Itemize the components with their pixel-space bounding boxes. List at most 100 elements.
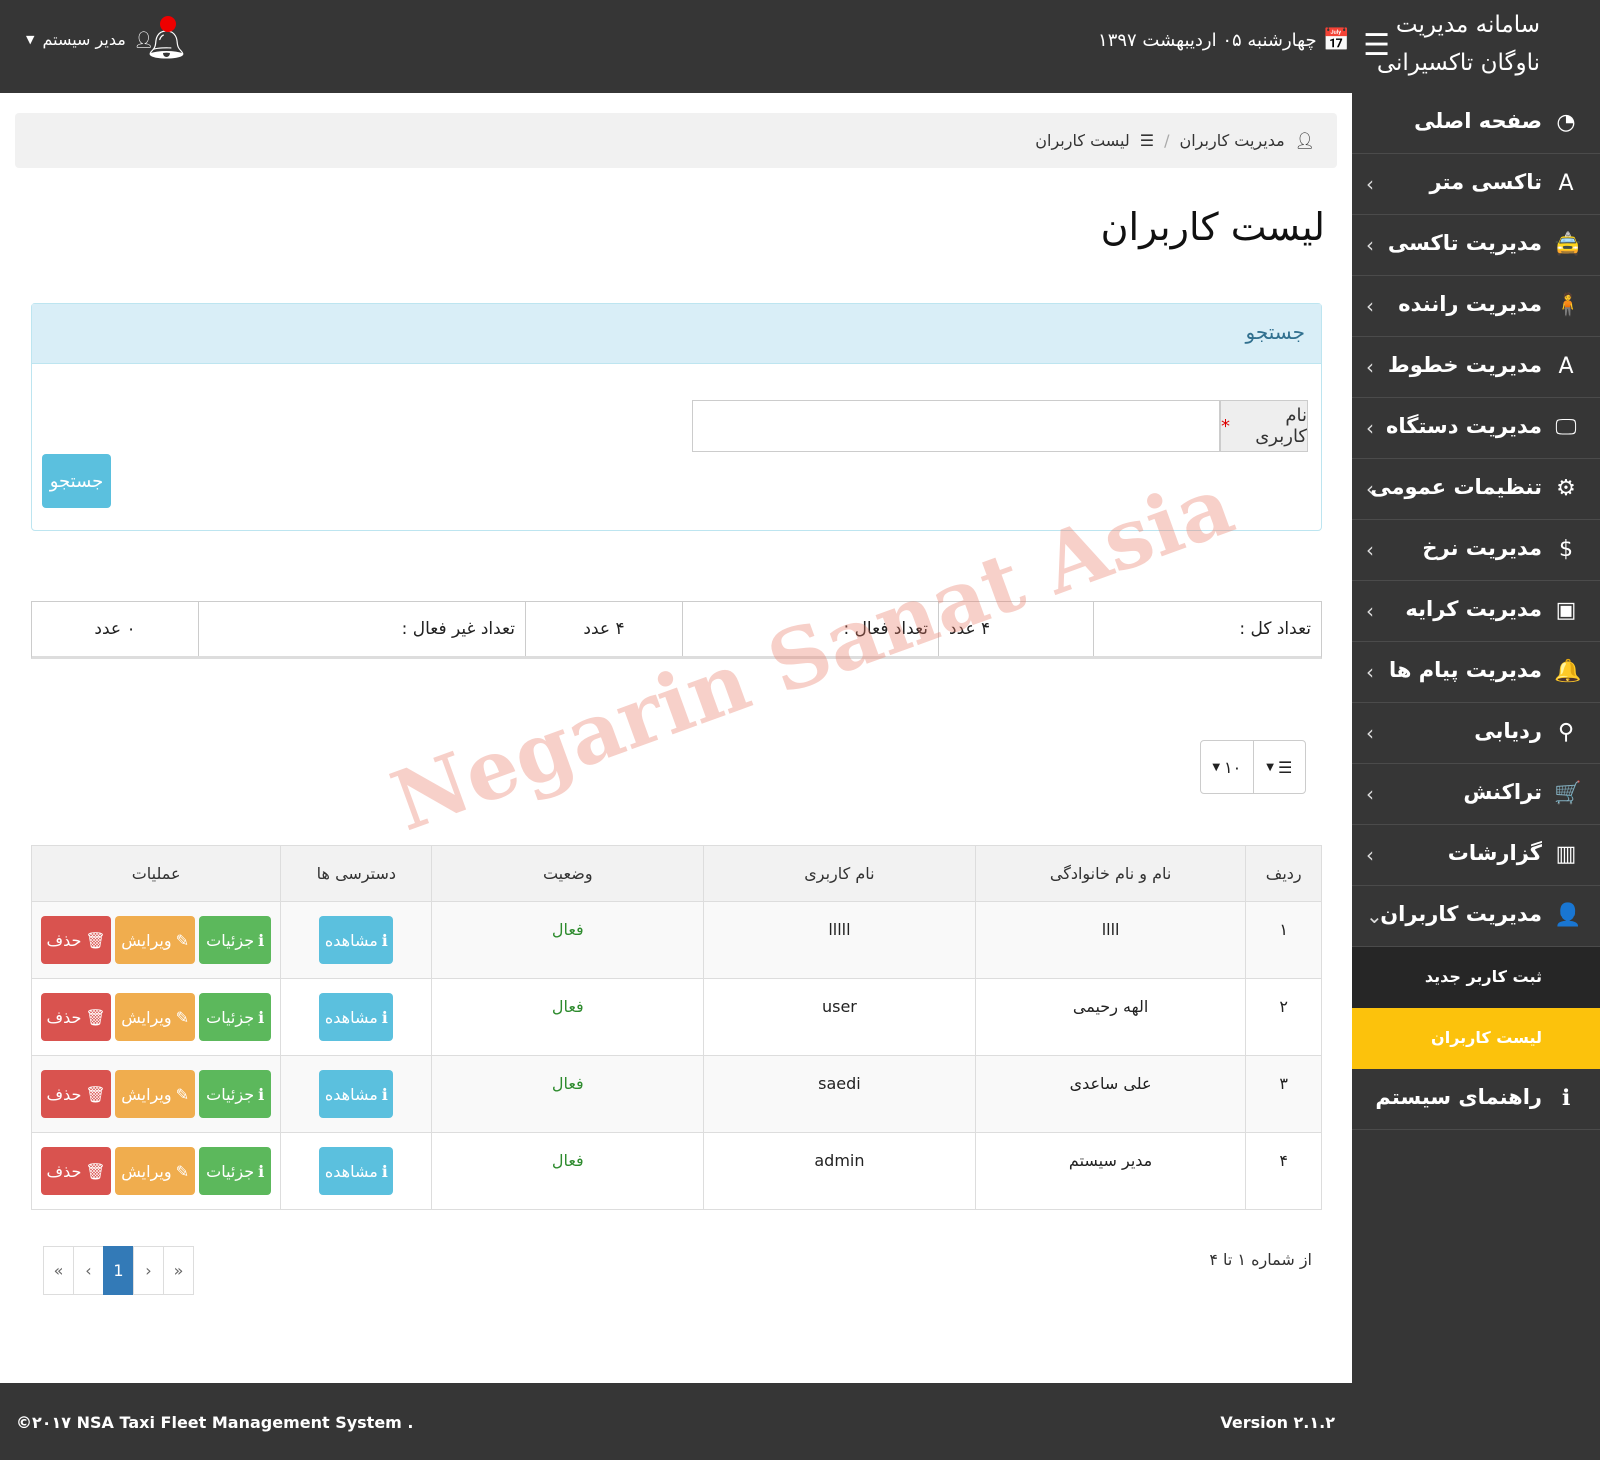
delete-button[interactable]: 🗑︎ حذف	[41, 1070, 112, 1118]
sidebar-item[interactable]: 👤 مدیریت کاربران ⌄	[1352, 886, 1600, 947]
search-button[interactable]: جستجو	[42, 454, 111, 508]
sidebar-item[interactable]: 🔔 مدیریت پیام ها ‹	[1352, 642, 1600, 703]
sidebar-item[interactable]: A مدیریت خطوط ‹	[1352, 337, 1600, 398]
row-index: ۲	[1245, 978, 1322, 1056]
edit-label: ویرایش	[121, 930, 172, 950]
map-marker-icon: ⚲	[1557, 720, 1575, 745]
breadcrumb-parent[interactable]: مدیریت کاربران	[1179, 131, 1284, 150]
view-label: مشاهده	[324, 1007, 378, 1027]
pagination: « ‹ 1 › »	[43, 1246, 194, 1295]
username-field: نام کاربری *	[692, 400, 1308, 452]
sidebar-item[interactable]: ◔ صفحه اصلی	[1352, 93, 1600, 154]
date-text: چهارشنبه ۰۵ اردیبهشت ۱۳۹۷	[1098, 30, 1317, 51]
notification-badge	[160, 16, 176, 32]
sidebar-item[interactable]: $ مدیریت نرخ ‹	[1352, 520, 1600, 581]
info-icon: ℹ	[258, 1007, 265, 1027]
sidebar-item-help[interactable]: ℹ راهنمای سیستم	[1352, 1069, 1600, 1130]
sidebar-item-label: مدیریت کرایه	[1405, 597, 1542, 621]
column-header[interactable]: وضعیت	[431, 845, 705, 902]
sidebar-subitem[interactable]: ثبت کاربر جدید	[1352, 947, 1600, 1008]
details-button[interactable]: ℹ جزئیات	[199, 916, 272, 964]
required-mark: *	[1221, 415, 1230, 437]
row-status: فعال	[431, 978, 705, 1056]
columns-toggle-button[interactable]: ☰ ▼	[1254, 741, 1306, 793]
first-page-link[interactable]: «	[43, 1246, 74, 1295]
row-full-name: الهه رحیمی	[974, 978, 1247, 1056]
inactive-count-label: تعداد غیر فعال :	[198, 602, 525, 656]
dollar-icon: $	[1559, 537, 1573, 562]
view-permissions-button[interactable]: ℹ مشاهده	[319, 916, 394, 964]
info-icon: ℹ	[381, 1007, 388, 1027]
info-icon: ℹ	[381, 1084, 388, 1104]
row-index: ۱	[1245, 901, 1322, 979]
view-permissions-button[interactable]: ℹ مشاهده	[319, 1147, 394, 1195]
caret-down-icon: ▼	[1266, 761, 1274, 773]
column-header[interactable]: عملیات	[30, 845, 282, 902]
details-button[interactable]: ℹ جزئیات	[199, 993, 272, 1041]
info-icon: ℹ	[381, 1161, 388, 1181]
row-operations: ℹ جزئیات ✎ ویرایش 🗑︎ حذف	[30, 1055, 282, 1133]
monitor-icon: 🖵	[1555, 415, 1577, 440]
edit-button[interactable]: ✎ ویرایش	[115, 916, 196, 964]
sidebar-item[interactable]: 🖵 مدیریت دستگاه ‹	[1352, 398, 1600, 459]
sidebar-item-label: راهنمای سیستم	[1375, 1085, 1542, 1109]
column-header[interactable]: ردیف	[1245, 845, 1322, 902]
username-input[interactable]	[692, 400, 1220, 452]
sidebar-item[interactable]: ⚙ تنظیمات عمومی ‹	[1352, 459, 1600, 520]
sidebar-item[interactable]: 🚖 مدیریت تاکسی ‹	[1352, 215, 1600, 276]
next-page-link[interactable]: ›	[133, 1246, 164, 1295]
sidebar-item-label: ردیابی	[1474, 719, 1542, 743]
row-full-name: llll	[974, 901, 1247, 979]
user-name: مدیر سیستم	[42, 30, 126, 49]
row-operations: ℹ جزئیات ✎ ویرایش 🗑︎ حذف	[30, 1132, 282, 1210]
chevron-left-icon: ‹	[1366, 538, 1374, 562]
money-icon: ▣	[1555, 598, 1577, 623]
delete-button[interactable]: 🗑︎ حذف	[41, 916, 112, 964]
cart-icon: 🛒	[1554, 781, 1582, 806]
sidebar-item-label: مدیریت راننده	[1398, 292, 1542, 316]
sidebar-item[interactable]: 🛒 تراکنش ‹	[1352, 764, 1600, 825]
table-row: ۲ الهه رحیمی user فعال ℹ مشاهده ℹ جزئیات ✎ ویرایش…	[30, 978, 1322, 1056]
caret-down-icon: ▼	[26, 33, 35, 46]
edit-button[interactable]: ✎ ویرایش	[115, 993, 196, 1041]
user-icon: 👤︎	[133, 30, 155, 49]
column-header[interactable]: دسترسی ها	[280, 845, 433, 902]
chevron-left-icon: ‹	[1366, 416, 1374, 440]
sidebar-item[interactable]: A تاکسی متر ‹	[1352, 154, 1600, 215]
current-page-link[interactable]: 1	[103, 1246, 134, 1295]
chevron-left-icon: ‹	[1366, 355, 1374, 379]
footer: ©۲۰۱۷ NSA Taxi Fleet Management System .…	[0, 1383, 1600, 1460]
breadcrumb: 👤︎ مدیریت کاربران / ☰ لیست کاربران	[15, 113, 1337, 168]
sidebar-item[interactable]: ▣ مدیریت کرایه ‹	[1352, 581, 1600, 642]
menu-toggle-icon[interactable]: ☰	[1363, 28, 1390, 63]
page-size-select[interactable]: ۱۰ ▼	[1201, 741, 1254, 793]
prev-page-link[interactable]: ‹	[73, 1246, 104, 1295]
user-menu[interactable]: 👤︎ مدیر سیستم ▼	[26, 30, 154, 49]
table-toolbar: ☰ ▼ ۱۰ ▼	[1200, 740, 1306, 794]
details-button[interactable]: ℹ جزئیات	[199, 1070, 272, 1118]
info-icon: ℹ	[1561, 1086, 1571, 1111]
delete-button[interactable]: 🗑︎ حذف	[41, 1147, 112, 1195]
row-permissions: ℹ مشاهده	[280, 901, 433, 979]
page-size-value: ۱۰	[1224, 757, 1242, 777]
edit-button[interactable]: ✎ ویرایش	[115, 1147, 196, 1195]
chevron-left-icon: ‹	[1366, 660, 1374, 684]
row-username: admin	[703, 1132, 976, 1210]
chevron-left-icon: ‹	[1366, 294, 1374, 318]
delete-button[interactable]: 🗑︎ حذف	[41, 993, 112, 1041]
details-button[interactable]: ℹ جزئیات	[199, 1147, 272, 1195]
column-header[interactable]: نام و نام خانوادگی	[974, 845, 1247, 902]
view-permissions-button[interactable]: ℹ مشاهده	[319, 993, 394, 1041]
last-page-link[interactable]: »	[163, 1246, 194, 1295]
username-label-text: نام کاربری	[1255, 405, 1307, 447]
column-header[interactable]: نام کاربری	[703, 845, 976, 902]
sidebar-item[interactable]: ⚲ ردیابی ‹	[1352, 703, 1600, 764]
current-date: 📅 چهارشنبه ۰۵ اردیبهشت ۱۳۹۷	[1098, 28, 1350, 53]
sidebar-subitem-active[interactable]: لیست کاربران	[1352, 1008, 1600, 1069]
info-icon: ℹ	[258, 1084, 265, 1104]
edit-button[interactable]: ✎ ویرایش	[115, 1070, 196, 1118]
delete-label: حذف	[46, 1161, 82, 1181]
sidebar-item[interactable]: ▥ گزارشات ‹	[1352, 825, 1600, 886]
view-permissions-button[interactable]: ℹ مشاهده	[319, 1070, 394, 1118]
sidebar-item[interactable]: 🧍 مدیریت راننده ‹	[1352, 276, 1600, 337]
